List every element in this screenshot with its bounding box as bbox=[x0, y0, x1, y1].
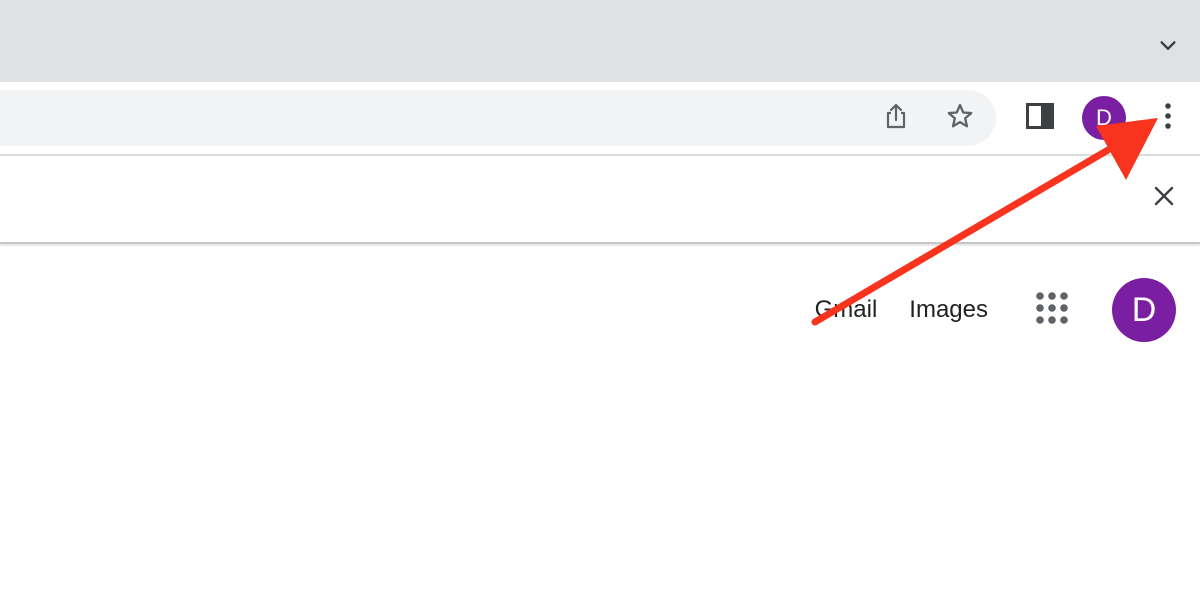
more-vert-icon bbox=[1163, 102, 1173, 135]
page-content: Gmail Images D bbox=[0, 246, 1200, 600]
side-panel-button[interactable] bbox=[1020, 98, 1060, 138]
apps-grid-icon bbox=[1035, 291, 1069, 330]
browser-menu-button[interactable] bbox=[1148, 98, 1188, 138]
profile-avatar: D bbox=[1082, 96, 1126, 140]
browser-toolbar: D bbox=[0, 82, 1200, 156]
gmail-link[interactable]: Gmail bbox=[815, 296, 878, 324]
bookmark-button[interactable] bbox=[940, 98, 980, 138]
share-button[interactable] bbox=[876, 98, 916, 138]
google-apps-button[interactable] bbox=[1028, 286, 1076, 334]
browser-window: D Gmail Images D bbox=[0, 0, 1200, 600]
close-icon bbox=[1153, 185, 1175, 212]
tab-strip bbox=[0, 0, 1200, 82]
address-input[interactable] bbox=[0, 90, 824, 148]
account-avatar[interactable]: D bbox=[1112, 278, 1176, 342]
info-bar bbox=[0, 156, 1200, 244]
chevron-down-icon bbox=[1157, 35, 1179, 62]
top-right-links: Gmail Images D bbox=[815, 278, 1176, 342]
share-icon bbox=[883, 102, 909, 135]
star-icon bbox=[946, 102, 974, 135]
tab-search-button[interactable] bbox=[1150, 30, 1186, 66]
images-link[interactable]: Images bbox=[909, 296, 988, 324]
profile-button[interactable]: D bbox=[1082, 96, 1126, 140]
side-panel-icon bbox=[1026, 102, 1054, 134]
address-bar[interactable] bbox=[0, 90, 996, 148]
infobar-close-button[interactable] bbox=[1146, 180, 1182, 216]
